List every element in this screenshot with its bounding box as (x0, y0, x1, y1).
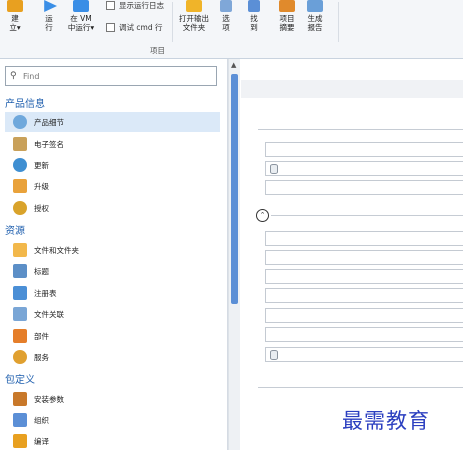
section-divider (258, 387, 463, 388)
components-icon (13, 329, 27, 343)
text-field-8[interactable] (265, 327, 463, 342)
services-icon (13, 350, 27, 364)
run-in-vm-button[interactable]: 在 VM 中运行▾ (62, 0, 100, 32)
sidebar-item-product-details[interactable]: 产品细节 (5, 112, 220, 132)
sidebar-item-license[interactable]: 授权 (5, 198, 220, 218)
file-association-icon (13, 307, 27, 321)
install-params-icon (13, 392, 27, 406)
new-icon (7, 0, 23, 12)
watermark-text: 最需教育 (342, 409, 430, 433)
section-divider (258, 129, 463, 130)
generate-report-button[interactable]: 生成 报告 (302, 0, 328, 32)
category-resources[interactable]: 资源 (5, 222, 25, 237)
project-summary-button[interactable]: 项目 摘要 (274, 0, 300, 32)
database-field-1[interactable] (265, 161, 463, 176)
text-field-7[interactable] (265, 308, 463, 323)
ribbon-toolbar: 建 立▾ 运 行 在 VM 中运行▾ 显示运行日志 调试 cmd 行 打开输出 … (0, 0, 463, 59)
sidebar-item-upgrade[interactable]: 升级 (5, 176, 220, 196)
database-icon (270, 350, 278, 360)
database-icon (270, 164, 278, 174)
options-button[interactable]: 选 项 (216, 0, 236, 32)
folder-icon (186, 0, 202, 12)
database-field-2[interactable] (265, 347, 463, 362)
sidebar-item-services[interactable]: 服务 (5, 347, 220, 367)
sidebar-item-build[interactable]: 编译 (5, 431, 220, 451)
scrollbar-thumb[interactable] (231, 74, 238, 304)
main-panel: ⌃ (241, 59, 463, 450)
shortcut-icon (13, 264, 27, 278)
license-icon (13, 201, 27, 215)
text-field-6[interactable] (265, 288, 463, 303)
ribbon-separator (338, 2, 339, 42)
collapse-section-button[interactable]: ⌃ (256, 209, 269, 222)
update-globe-icon (13, 158, 27, 172)
product-details-icon (13, 115, 27, 129)
ribbon-group-label: 项目 (150, 46, 165, 55)
category-package-definition[interactable]: 包定义 (5, 371, 35, 386)
run-icon (44, 0, 57, 12)
build-button[interactable]: 建 立▾ (2, 0, 28, 32)
section-divider (271, 215, 463, 216)
ribbon-separator (172, 2, 173, 42)
sidebar-item-organization[interactable]: 组织 (5, 410, 220, 430)
debug-cmd-line-checkbox[interactable]: 调试 cmd 行 (106, 22, 162, 33)
upgrade-icon (13, 179, 27, 193)
signature-icon (13, 137, 27, 151)
open-output-folder-button[interactable]: 打开输出 文件夹 (176, 0, 212, 32)
text-field-2[interactable] (265, 180, 463, 195)
sidebar: ⚲ 产品信息 产品细节 电子签名 更新 升级 授权 资源 文件和文件夹 标题 注… (0, 59, 228, 450)
text-field-1[interactable] (265, 142, 463, 157)
sidebar-item-file-association[interactable]: 文件关联 (5, 304, 220, 324)
scroll-up-arrow-icon[interactable]: ▲ (231, 61, 236, 69)
find-icon (248, 0, 260, 12)
sidebar-item-update[interactable]: 更新 (5, 155, 220, 175)
show-run-log-checkbox[interactable]: 显示运行日志 (106, 0, 164, 11)
sidebar-item-components[interactable]: 部件 (5, 326, 220, 346)
summary-icon (279, 0, 295, 12)
panel-header-band (241, 80, 463, 98)
vm-run-icon (73, 0, 89, 12)
run-button[interactable]: 运 行 (36, 0, 62, 32)
text-field-5[interactable] (265, 269, 463, 284)
search-input[interactable] (21, 69, 205, 83)
sidebar-item-files-folders[interactable]: 文件和文件夹 (5, 240, 220, 260)
registry-icon (13, 286, 27, 300)
sidebar-item-signature[interactable]: 电子签名 (5, 134, 220, 154)
sidebar-item-install-params[interactable]: 安装参数 (5, 389, 220, 409)
organization-icon (13, 413, 27, 427)
options-icon (220, 0, 232, 12)
search-box[interactable]: ⚲ (5, 66, 217, 86)
search-icon: ⚲ (10, 70, 17, 81)
sidebar-item-shortcuts[interactable]: 标题 (5, 261, 220, 281)
sidebar-item-registry[interactable]: 注册表 (5, 283, 220, 303)
text-field-4[interactable] (265, 250, 463, 265)
text-field-3[interactable] (265, 231, 463, 246)
build-icon (13, 434, 27, 448)
sidebar-scrollbar[interactable]: ▲ (228, 59, 240, 450)
category-product-info[interactable]: 产品信息 (5, 95, 45, 110)
find-button[interactable]: 找 到 (244, 0, 264, 32)
files-folders-icon (13, 243, 27, 257)
report-icon (307, 0, 323, 12)
